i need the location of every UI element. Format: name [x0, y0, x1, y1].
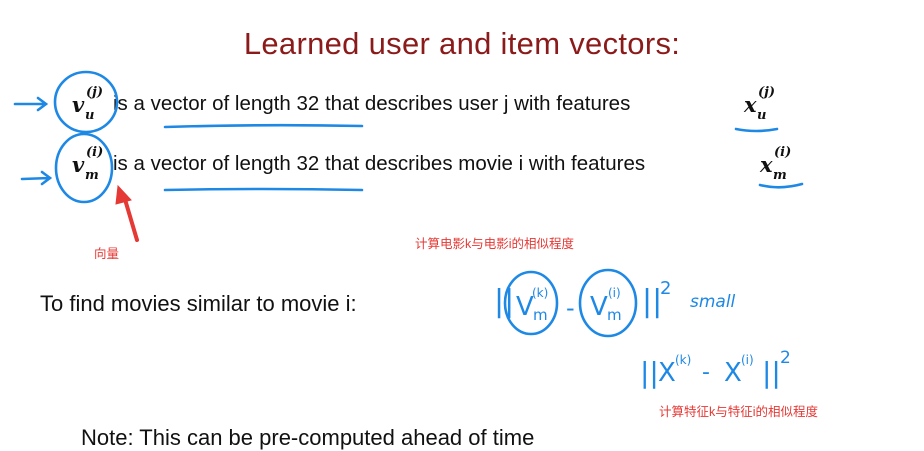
circle-movie-vector-icon: [54, 132, 114, 204]
arrow-line-1-icon: [13, 96, 49, 112]
arrow-line-2-icon: [20, 170, 53, 186]
ink-annotations: [13, 70, 804, 338]
circle-user-vector-icon: [53, 70, 119, 134]
underline-length-1-icon: [163, 123, 364, 129]
red-arrow-icon: [122, 194, 139, 242]
red-arrowhead-icon: [115, 184, 132, 205]
underline-length-2-icon: [163, 187, 364, 192]
underline-features-1-icon: [734, 127, 779, 133]
underline-features-2-icon: [758, 182, 804, 189]
circle-vm-i-icon: [578, 268, 638, 338]
circle-vm-k-icon: [503, 270, 559, 336]
